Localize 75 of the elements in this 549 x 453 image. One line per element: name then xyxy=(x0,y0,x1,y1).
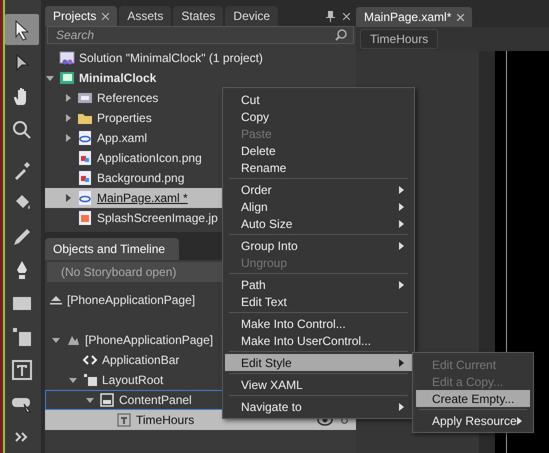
image-file-icon xyxy=(77,170,93,186)
collapse-arrow-icon[interactable] xyxy=(46,74,54,82)
panel-tab[interactable]: States xyxy=(173,6,224,26)
submenu-arrow-icon xyxy=(399,280,404,288)
expand-arrow-icon[interactable] xyxy=(64,194,72,202)
tree-item-label: Properties xyxy=(97,111,152,125)
panel-title: Objects and Timeline xyxy=(45,238,180,260)
menu-item[interactable]: View XAML xyxy=(225,376,412,393)
search-box[interactable]: Search xyxy=(47,26,354,44)
document-tab[interactable]: MainPage.xaml* xyxy=(356,7,472,27)
menu-item[interactable]: Rename xyxy=(225,159,412,176)
menu-item[interactable]: Delete xyxy=(225,142,412,159)
panel-tab[interactable]: Projects xyxy=(45,6,118,26)
submenu-arrow-icon xyxy=(399,358,404,366)
image-file-icon xyxy=(77,150,93,166)
menu-item[interactable]: Group Into xyxy=(225,237,412,254)
menu-item[interactable]: Copy xyxy=(225,108,412,125)
menu-item[interactable]: Auto Size xyxy=(225,215,412,232)
panel-tab[interactable]: Assets xyxy=(119,6,172,26)
tree-item-label: MainPage.xaml * xyxy=(97,191,188,205)
tree-item-label: References xyxy=(97,91,158,105)
project-icon xyxy=(59,70,75,86)
submenu-arrow-icon xyxy=(517,416,522,424)
tree-item[interactable]: Solution "MinimalClock" (1 project) xyxy=(45,48,356,68)
panel-tab[interactable]: Device xyxy=(225,6,278,26)
panel-icon xyxy=(99,392,115,408)
tool-button[interactable] xyxy=(5,14,39,46)
search-field[interactable]: Search xyxy=(54,27,335,43)
submenu-arrow-icon xyxy=(399,402,404,410)
tree-item-label: MinimalClock xyxy=(79,71,156,85)
tree-item-label: App.xaml xyxy=(97,131,148,145)
menu-item[interactable]: Edit Style xyxy=(225,354,412,371)
tree-item-label: LayoutRoot xyxy=(102,373,164,387)
tree-item-label: Background.png xyxy=(97,171,184,185)
menu-item[interactable]: Apply Resource xyxy=(416,412,530,429)
text-icon xyxy=(10,358,34,382)
submenu-arrow-icon xyxy=(399,220,404,228)
expand-arrow-icon[interactable] xyxy=(64,134,72,142)
menu-item[interactable]: Cut xyxy=(225,91,412,108)
menu-item[interactable]: Edit Text xyxy=(225,293,412,310)
submenu-arrow-icon xyxy=(399,242,404,250)
scope-label: [PhoneApplicationPage] xyxy=(67,293,196,307)
close-icon[interactable] xyxy=(457,14,464,20)
tree-item-label: ContentPanel xyxy=(119,393,192,407)
collapse-arrow-icon[interactable] xyxy=(69,376,77,384)
grid-icon xyxy=(82,372,98,388)
image-file-icon xyxy=(77,210,93,226)
collapse-arrow-icon[interactable] xyxy=(86,396,94,404)
tree-item[interactable]: MinimalClock xyxy=(45,68,356,88)
submenu-arrow-icon xyxy=(399,202,404,210)
expand-arrow-icon[interactable] xyxy=(64,94,72,102)
tree-item-label: ApplicationBar xyxy=(102,353,180,367)
solution-icon xyxy=(59,50,75,66)
close-icon[interactable] xyxy=(102,12,110,20)
search-icon xyxy=(335,29,347,41)
menu-item[interactable]: Make Into UserControl... xyxy=(225,332,412,349)
scope-up-icon[interactable] xyxy=(49,295,63,305)
tree-item-label: SplashScreenImage.jp xyxy=(97,211,218,225)
submenu-arrow-icon xyxy=(399,186,404,194)
tree-item-label: TimeHours xyxy=(136,413,194,427)
menu-item[interactable]: Make Into Control... xyxy=(225,315,412,332)
references-icon xyxy=(77,90,93,106)
tree-item-label: ApplicationIcon.png xyxy=(97,151,202,165)
tree-item-label: Solution "MinimalClock" (1 project) xyxy=(79,51,263,65)
breadcrumb[interactable]: TimeHours xyxy=(360,29,438,49)
lock-toggle-icon[interactable] xyxy=(341,416,348,424)
tree-item-label: [PhoneApplicationPage] xyxy=(85,333,214,347)
pin-icon[interactable] xyxy=(326,10,335,22)
close-icon[interactable] xyxy=(343,12,350,20)
menu-item[interactable]: Create Empty... xyxy=(416,390,530,407)
expand-arrow-icon[interactable] xyxy=(64,114,72,122)
xaml-file-icon xyxy=(77,190,93,206)
text-block-icon xyxy=(116,412,132,428)
xaml-file-icon xyxy=(77,130,93,146)
collapse-arrow-icon[interactable] xyxy=(52,336,60,344)
